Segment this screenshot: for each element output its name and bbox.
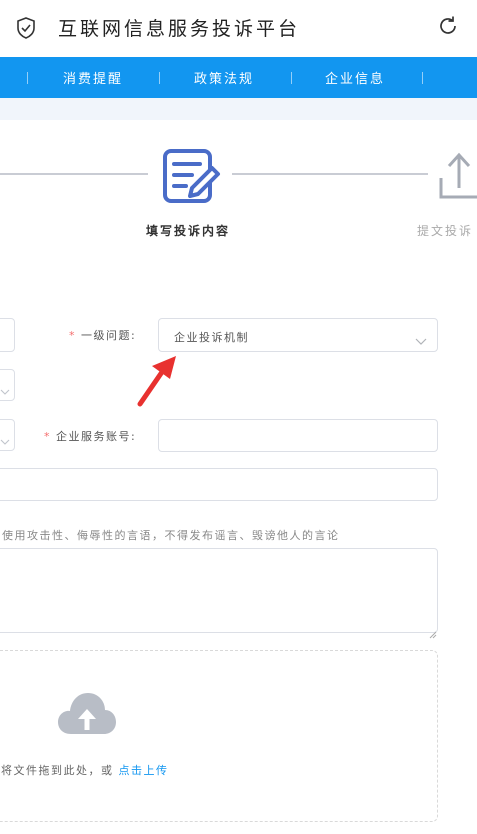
left-select-row2[interactable] <box>0 369 15 401</box>
chevron-down-icon <box>0 381 10 400</box>
edit-document-icon <box>160 148 224 206</box>
sub-banner <box>0 98 477 120</box>
chevron-down-icon <box>415 331 427 350</box>
click-upload-link[interactable]: 点击上传 <box>119 764 169 777</box>
refresh-icon[interactable] <box>437 15 459 37</box>
nav-separator <box>159 72 160 84</box>
content-hint: 使用攻击性、侮辱性的言语，不得发布谣言、毁谤他人的言论 <box>2 529 340 542</box>
nav-separator <box>422 72 423 84</box>
upload-icon <box>437 150 477 202</box>
nav-separator <box>291 72 292 84</box>
upload-instructions: 将文件拖到此处，或 点击上传 <box>1 764 169 777</box>
account-label: * 企业服务账号: <box>44 430 137 443</box>
wide-input-row4[interactable] <box>0 468 438 501</box>
step-connector-right <box>232 173 428 175</box>
level1-label: * 一级问题: <box>69 329 137 342</box>
red-arrow-annotation <box>132 352 182 410</box>
nav-item-policies[interactable]: 政策法规 <box>194 68 254 87</box>
content-textarea[interactable] <box>0 548 438 639</box>
resize-handle[interactable] <box>429 624 437 643</box>
chevron-down-icon <box>0 431 10 450</box>
left-select-row3[interactable] <box>0 419 15 451</box>
nav-item-company-info[interactable]: 企业信息 <box>325 68 385 87</box>
nav-item-consumer-alerts[interactable]: 消费提醒 <box>63 68 123 87</box>
step-label-fill-complaint: 填写投诉内容 <box>146 224 231 238</box>
nav-separator <box>27 72 28 84</box>
cloud-upload-icon <box>57 690 117 738</box>
left-field-row1[interactable] <box>0 318 15 352</box>
shield-check-icon <box>16 17 36 39</box>
nav-bar: 消费提醒 政策法规 企业信息 <box>0 57 477 98</box>
step-connector-left <box>0 173 148 175</box>
app-title: 互联网信息服务投诉平台 <box>58 18 301 40</box>
account-input[interactable] <box>158 419 438 452</box>
level1-select[interactable]: 企业投诉机制 <box>158 318 438 352</box>
level1-select-value: 企业投诉机制 <box>174 331 249 344</box>
step-label-submit: 提文投诉 <box>417 224 474 238</box>
